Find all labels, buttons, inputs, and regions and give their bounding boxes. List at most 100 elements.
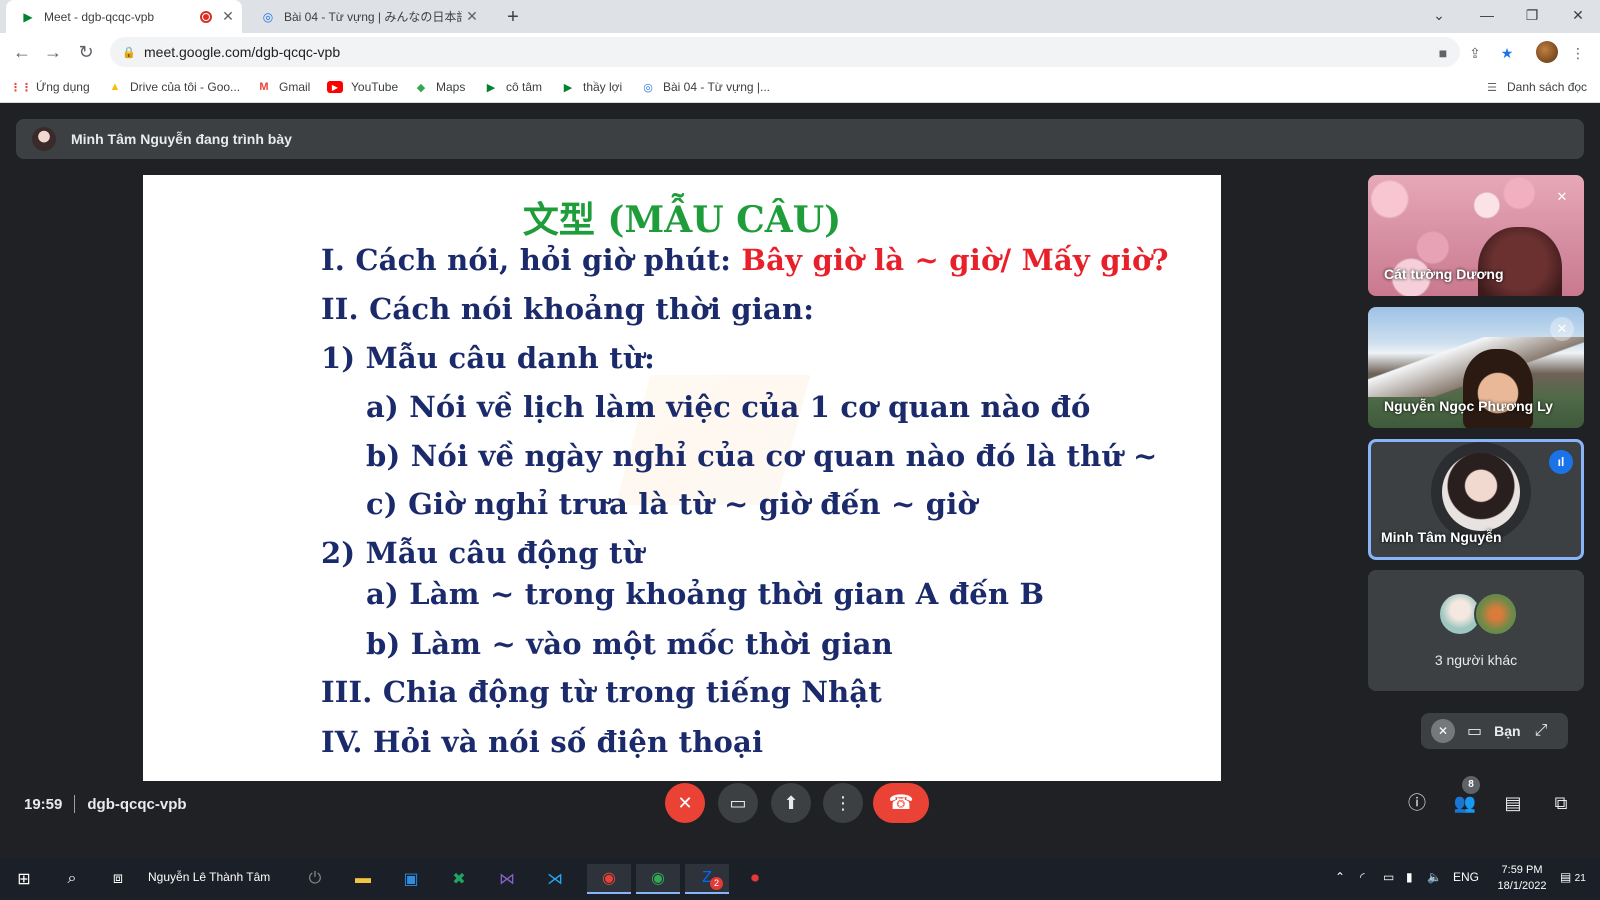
chat-button[interactable]: ▤ [1499, 789, 1527, 817]
chrome-page-icon: ◎ [643, 81, 653, 94]
chevron-up-icon[interactable]: ⌃ [1335, 870, 1345, 884]
power-icon[interactable]: ⏻ [293, 864, 337, 894]
meeting-info: 19:59 dgb-qcqc-vpb [24, 792, 187, 816]
slide-line: II. Cách nói khoảng thời gian: [321, 292, 815, 326]
participant-video [1463, 349, 1533, 428]
meet-icon: ▶ [563, 81, 573, 94]
close-icon[interactable]: ✕ [462, 8, 482, 25]
bookmark-gmail[interactable]: M Gmail [257, 77, 310, 97]
tab-meet[interactable]: ▶ Meet - dgb-qcqc-vpb ✕ [6, 0, 242, 33]
tab-bai04[interactable]: ◎ Bài 04 - Từ vựng | みんなの日本語 ✕ [246, 0, 486, 33]
participant-name: Minh Tâm Nguyễn [1381, 529, 1502, 545]
slide-line: I. Cách nói, hỏi giờ phút: Bây giờ là ~ … [321, 243, 1169, 277]
participant-name: Cát tường Dương [1384, 266, 1504, 282]
maps-icon: ◆ [416, 81, 426, 94]
notifications-icon[interactable]: ▤ 21 [1560, 870, 1586, 884]
chrome-icon[interactable]: ◉ [636, 864, 680, 894]
file-explorer-icon[interactable]: ▬ [341, 864, 385, 894]
close-window-button[interactable]: ✕ [1556, 0, 1600, 30]
battery-icon[interactable]: ▭ [1383, 870, 1394, 884]
self-label: Bạn [1494, 723, 1521, 739]
taskbar-clock[interactable]: 7:59 PM 18/1/2022 [1492, 862, 1552, 894]
vscode-icon[interactable]: ⋊ [533, 864, 577, 894]
meeting-details-button[interactable]: ⓘ [1403, 789, 1431, 817]
chat-icon: ▤ [1504, 793, 1522, 813]
bookmark-co-tam[interactable]: ▶ cô tâm [484, 77, 542, 97]
slide-line: IV. Hỏi và nói số điện thoại [321, 725, 764, 759]
bookmark-label: thầy lợi [583, 80, 623, 94]
camera-icon[interactable]: ▭ [1467, 721, 1482, 741]
participant-tile[interactable]: ✕ Nguyễn Ngọc Phương Ly [1368, 307, 1584, 428]
mic-icon[interactable]: ▮ [1406, 870, 1413, 884]
mic-off-icon[interactable]: ✕ [1431, 719, 1455, 743]
bookmark-apps[interactable]: ⋮⋮ Ứng dụng [10, 77, 90, 97]
slide-line: 2) Mẫu câu động từ [321, 536, 644, 570]
taskbar-date: 18/1/2022 [1497, 880, 1547, 892]
speaking-indicator-icon: ıl [1549, 450, 1573, 474]
profile-avatar[interactable] [1536, 41, 1558, 63]
bookmark-thay-loi[interactable]: ▶ thầy lợi [561, 77, 622, 97]
record-icon[interactable]: ⏺ [733, 864, 777, 894]
new-tab-button[interactable]: + [500, 4, 526, 30]
people-button[interactable]: 👥 [1451, 789, 1479, 817]
participant-tile[interactable]: ✕ Cát tường Dương [1368, 175, 1584, 296]
more-menu-icon[interactable]: ⋮ [1568, 43, 1588, 63]
meet-icon: ▶ [486, 81, 496, 94]
mic-toggle-button[interactable]: ✕ [665, 783, 705, 823]
bookmark-drive[interactable]: ▲ Drive của tôi - Goo... [108, 77, 241, 97]
windows-start-icon[interactable]: ⊞ [2, 864, 46, 894]
more-vert-icon: ⋮ [834, 793, 852, 813]
chrome-page-icon: ◎ [262, 9, 274, 24]
others-tile[interactable]: 3 người khác [1368, 570, 1584, 691]
bookmark-star-icon[interactable]: ★ [1497, 43, 1517, 63]
address-bar[interactable]: 🔒 meet.google.com/dgb-qcqc-vpb [110, 37, 1460, 67]
slide-line: 1) Mẫu câu danh từ: [321, 341, 656, 375]
reading-list[interactable]: ☰ Danh sách đọc [1485, 77, 1587, 97]
meet-icon: ▶ [23, 9, 33, 24]
search-icon[interactable]: ⌕ [50, 864, 94, 894]
participant-tile-active[interactable]: ıl Minh Tâm Nguyễn [1368, 439, 1584, 560]
back-button[interactable]: ← [9, 39, 35, 65]
avatar [1474, 592, 1518, 636]
wifi-icon[interactable]: ◜ [1360, 870, 1365, 884]
minimize-button[interactable]: — [1465, 0, 1509, 30]
info-icon: ⓘ [1408, 793, 1426, 813]
meeting-code: dgb-qcqc-vpb [87, 795, 187, 813]
bookmark-bai04[interactable]: ◎ Bài 04 - Từ vựng |... [641, 77, 770, 97]
divider [74, 795, 76, 813]
bookmark-maps[interactable]: ◆ Maps [414, 77, 466, 97]
reading-list-label: Danh sách đọc [1507, 80, 1588, 94]
bookmark-label: Drive của tôi - Goo... [130, 80, 241, 94]
bookmark-youtube[interactable]: ▶ YouTube [327, 77, 398, 97]
app-icon[interactable]: ▣ [389, 864, 433, 894]
presenting-banner: Minh Tâm Nguyễn đang trình bày [16, 119, 1584, 159]
camera-icon[interactable]: ■ [1433, 43, 1453, 63]
forward-button[interactable]: → [40, 39, 66, 65]
leave-call-button[interactable]: ☎ [873, 783, 929, 823]
slide-line: b) Làm ~ vào một mốc thời gian [366, 627, 893, 661]
excel-icon[interactable]: ✖ [437, 864, 481, 894]
share-icon[interactable]: ⇪ [1465, 43, 1485, 63]
zalo-icon[interactable]: Z 2 [685, 864, 729, 894]
maximize-button[interactable]: ❐ [1510, 0, 1554, 30]
language-indicator[interactable]: ENG [1453, 870, 1479, 884]
mic-off-icon: ✕ [1556, 189, 1568, 204]
chrome-icon[interactable]: ◉ [587, 864, 631, 894]
expand-icon[interactable]: ⤢ [1535, 722, 1548, 740]
presenter-avatar [32, 127, 56, 151]
task-view-icon[interactable]: ⧈ [96, 864, 140, 894]
bookmarks-bar: ⋮⋮ Ứng dụng ▲ Drive của tôi - Goo... M G… [0, 71, 1600, 103]
reload-button[interactable]: ↻ [73, 39, 99, 65]
recording-icon [200, 10, 212, 23]
tab-search-icon[interactable]: ⌄ [1417, 0, 1461, 30]
tab-title: Bài 04 - Từ vựng | みんなの日本語 [284, 10, 462, 24]
volume-icon[interactable]: 🔈 [1427, 870, 1442, 884]
visual-studio-icon[interactable]: ⋈ [485, 864, 529, 894]
more-options-button[interactable]: ⋮ [823, 783, 863, 823]
tab-bar: ▶ Meet - dgb-qcqc-vpb ✕ ◎ Bài 04 - Từ vự… [0, 0, 1600, 33]
activities-button[interactable]: ⧉ [1547, 789, 1575, 817]
camera-toggle-button[interactable]: ▭ [718, 783, 758, 823]
close-icon[interactable]: ✕ [218, 8, 238, 25]
present-button[interactable]: ⬆ [771, 783, 811, 823]
people-count-badge: 8 [1462, 776, 1480, 794]
